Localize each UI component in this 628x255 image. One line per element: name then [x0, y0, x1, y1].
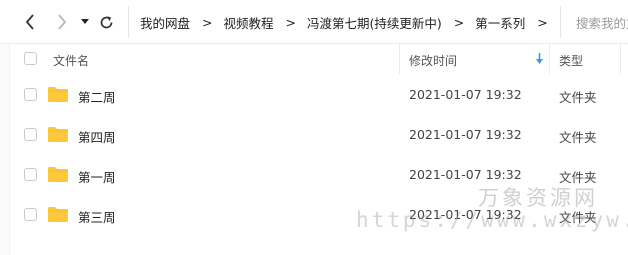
- file-row[interactable]: 第二周 2021-01-07 19:32 文件夹: [10, 74, 628, 114]
- forward-button[interactable]: [52, 11, 72, 33]
- column-header-row: 文件名 修改时间 类型: [10, 44, 628, 74]
- file-name[interactable]: 第一周: [78, 167, 116, 186]
- row-checkbox[interactable]: [24, 128, 37, 141]
- watermark-url: https://www.wxzyw.cn: [356, 208, 628, 232]
- file-name[interactable]: 第四周: [78, 127, 116, 146]
- sort-descending-icon: [536, 53, 543, 64]
- column-divider: [549, 44, 550, 74]
- breadcrumb-separator: >: [537, 14, 548, 30]
- column-divider: [620, 44, 621, 74]
- breadcrumb-separator: >: [453, 14, 465, 30]
- column-header-modified[interactable]: 修改时间: [409, 52, 457, 69]
- file-modified: 2021-01-07 19:32: [409, 87, 522, 102]
- chevron-left-icon: [25, 14, 34, 30]
- caret-down-icon: [81, 19, 89, 24]
- chevron-right-icon: [58, 14, 67, 30]
- search-placeholder: 搜索我的文件: [576, 15, 628, 31]
- breadcrumb-item[interactable]: 第一系列: [464, 13, 525, 32]
- column-divider: [399, 44, 400, 74]
- breadcrumb-item[interactable]: 我的网盘: [129, 13, 190, 32]
- refresh-icon: [100, 15, 112, 28]
- column-header-type[interactable]: 类型: [559, 52, 583, 69]
- back-button[interactable]: [20, 11, 40, 33]
- folder-icon: [48, 87, 68, 102]
- folder-icon: [48, 127, 68, 142]
- breadcrumb-item[interactable]: 视频教程: [213, 13, 274, 32]
- search-input[interactable]: 搜索我的文件: [560, 6, 628, 38]
- column-header-name[interactable]: 文件名: [53, 52, 89, 69]
- breadcrumb: 我的网盘 > 视频教程 > 冯渡第七期(持续更新中) > 第一系列 >: [128, 6, 568, 38]
- left-panel-edge: [0, 44, 10, 255]
- file-row[interactable]: 第四周 2021-01-07 19:32 文件夹: [10, 114, 628, 154]
- row-checkbox[interactable]: [24, 88, 37, 101]
- folder-icon: [48, 167, 68, 182]
- file-type: 文件夹: [559, 130, 597, 145]
- folder-icon: [48, 207, 68, 222]
- file-name[interactable]: 第三周: [78, 207, 116, 226]
- file-modified: 2021-01-07 19:32: [409, 167, 522, 182]
- file-type: 文件夹: [559, 90, 597, 105]
- refresh-button[interactable]: [96, 11, 116, 33]
- breadcrumb-separator: >: [202, 14, 213, 30]
- breadcrumb-item[interactable]: 冯渡第七期(持续更新中): [296, 13, 442, 32]
- row-checkbox[interactable]: [24, 208, 37, 221]
- breadcrumb-separator: >: [285, 14, 296, 30]
- row-checkbox[interactable]: [24, 168, 37, 181]
- file-modified: 2021-01-07 19:32: [409, 127, 522, 142]
- select-all-checkbox[interactable]: [24, 52, 37, 65]
- file-name[interactable]: 第二周: [78, 87, 116, 106]
- history-dropdown-button[interactable]: [78, 11, 92, 33]
- toolbar: 我的网盘 > 视频教程 > 冯渡第七期(持续更新中) > 第一系列 > 搜索我的…: [0, 0, 628, 44]
